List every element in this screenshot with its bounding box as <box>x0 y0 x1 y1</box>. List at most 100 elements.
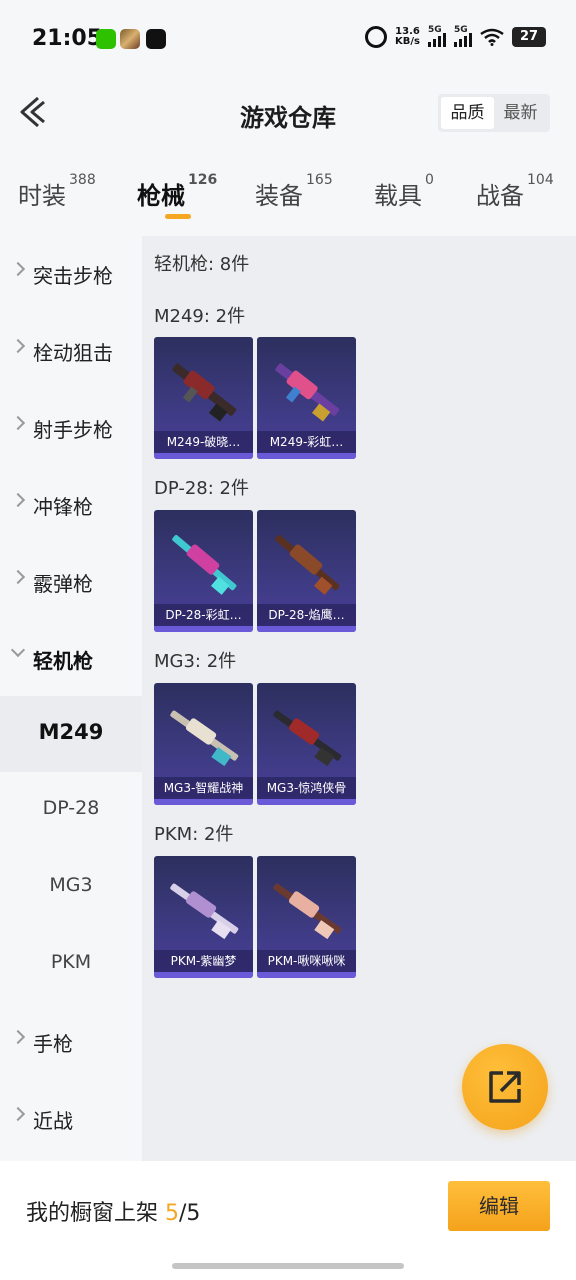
item-card[interactable]: PKM-紫幽梦 <box>154 856 253 978</box>
item-card[interactable]: M249-破晓… <box>154 337 253 459</box>
tab-vehicles[interactable]: 载具0 <box>374 172 434 211</box>
item-card[interactable]: DP-28-彩虹… <box>154 510 253 632</box>
edit-button[interactable]: 编辑 <box>448 1181 550 1231</box>
group-header: DP-28: 2件 <box>154 478 249 499</box>
tab-label: 枪械 <box>137 182 185 210</box>
item-name: MG3-惊鸿侠骨 <box>257 777 356 799</box>
card-stripe <box>154 972 253 978</box>
shelf-total: /5 <box>179 1201 201 1226</box>
sidebar-item-label: DP-28 <box>42 797 100 819</box>
lmg-skin-icon <box>170 883 239 940</box>
signal-label: 5G <box>428 25 442 35</box>
wechat-icon <box>96 29 116 49</box>
status-icons: 13.6 KB/s 5G 5G 27 <box>365 25 546 48</box>
lmg-skin-icon <box>275 363 340 422</box>
chevron-right-icon <box>10 415 26 431</box>
item-name: PKM-紫幽梦 <box>154 950 253 972</box>
sidebar-item-pistol[interactable]: 手枪 <box>0 1004 142 1080</box>
tab-fashion[interactable]: 时装388 <box>18 172 96 211</box>
tab-label: 载具 <box>374 182 422 210</box>
sidebar: 突击步枪 栓动狙击 射手步枪 冲锋枪 霰弹枪 轻机枪 M249 DP-28 MG… <box>0 236 142 1161</box>
bottom-bar: 我的橱窗上架 5/5 编辑 <box>0 1161 576 1280</box>
category-summary: 轻机枪: 8件 <box>154 254 250 275</box>
sidebar-item-shotgun[interactable]: 霰弹枪 <box>0 544 142 620</box>
tab-label: 战备 <box>476 182 524 210</box>
tab-equipment[interactable]: 装备165 <box>255 172 333 211</box>
battery-icon: 27 <box>512 27 546 47</box>
item-card[interactable]: MG3-智耀战神 <box>154 683 253 805</box>
item-card[interactable]: PKM-啾咪啾咪 <box>257 856 356 978</box>
tab-count: 0 <box>425 172 434 188</box>
tab-count: 104 <box>527 172 554 188</box>
sidebar-item-label: PKM <box>50 951 92 973</box>
shelf-label: 我的橱窗上架 <box>26 1201 159 1226</box>
signal-icon: 5G <box>428 25 446 47</box>
card-stripe <box>154 626 253 632</box>
sidebar-subitem-m249[interactable]: M249 <box>0 696 142 772</box>
tab-supplies[interactable]: 战备104 <box>476 172 554 211</box>
sidebar-item-melee[interactable]: 近战 <box>0 1081 142 1157</box>
item-name: DP-28-焰鹰… <box>257 604 356 626</box>
card-stripe <box>154 453 253 459</box>
lmg-skin-icon <box>170 710 239 767</box>
item-name: PKM-啾咪啾咪 <box>257 950 356 972</box>
sort-quality-button[interactable]: 品质 <box>441 97 494 129</box>
sidebar-item-label: 栓动狙击 <box>33 341 113 365</box>
chevron-right-icon <box>10 1106 26 1122</box>
card-stripe <box>257 453 356 459</box>
sidebar-item-label: 霰弹枪 <box>33 572 93 596</box>
tab-weapons[interactable]: 枪械126 <box>137 172 217 211</box>
sidebar-item-label: 轻机枪 <box>33 649 93 673</box>
status-bar: 21:05 13.6 KB/s 5G 5G 27 <box>0 0 576 72</box>
game-app-icon <box>120 29 140 49</box>
chevron-right-icon <box>10 569 26 585</box>
lmg-skin-icon <box>273 710 342 767</box>
sidebar-item-smg[interactable]: 冲锋枪 <box>0 467 142 543</box>
sidebar-item-label: 突击步枪 <box>33 264 113 288</box>
sidebar-item-bolt-sniper[interactable]: 栓动狙击 <box>0 313 142 389</box>
chevron-down-icon <box>10 642 26 658</box>
status-time: 21:05 <box>32 26 103 51</box>
chevron-right-icon <box>10 338 26 354</box>
lmg-skin-icon <box>172 363 237 422</box>
chevron-right-icon <box>10 1029 26 1045</box>
group-header: MG3: 2件 <box>154 651 237 672</box>
sidebar-item-marksman-rifle[interactable]: 射手步枪 <box>0 390 142 466</box>
tab-count: 165 <box>306 172 333 188</box>
tab-count: 126 <box>188 172 218 188</box>
lmg-skin-icon <box>172 535 237 595</box>
signal-label: 5G <box>454 25 468 35</box>
app-icon <box>146 29 166 49</box>
sidebar-item-label: 射手步枪 <box>33 418 113 442</box>
lmg-skin-icon <box>273 883 342 940</box>
tab-count: 388 <box>69 172 96 188</box>
chevron-right-icon <box>10 261 26 277</box>
sidebar-item-label: 手枪 <box>33 1032 73 1056</box>
sidebar-item-label: MG3 <box>49 874 93 896</box>
sidebar-item-assault-rifle[interactable]: 突击步枪 <box>0 236 142 312</box>
item-name: M249-彩虹… <box>257 431 356 453</box>
chevron-right-icon <box>10 492 26 508</box>
sidebar-item-label: M249 <box>38 720 104 744</box>
net-speed-unit: KB/s <box>395 36 420 47</box>
item-card[interactable]: MG3-惊鸿侠骨 <box>257 683 356 805</box>
sort-toggle[interactable]: 品质 最新 <box>438 94 550 132</box>
sidebar-subitem-dp28[interactable]: DP-28 <box>0 773 142 849</box>
card-stripe <box>257 626 356 632</box>
item-name: DP-28-彩虹… <box>154 604 253 626</box>
group-header: PKM: 2件 <box>154 824 234 845</box>
external-link-icon <box>489 1071 521 1103</box>
sidebar-item-label: 近战 <box>33 1109 73 1133</box>
item-card[interactable]: DP-28-焰鹰… <box>257 510 356 632</box>
lmg-skin-icon <box>275 535 340 595</box>
item-name: MG3-智耀战神 <box>154 777 253 799</box>
sidebar-item-lmg[interactable]: 轻机枪 <box>0 621 142 697</box>
share-fab-button[interactable] <box>462 1044 548 1130</box>
home-indicator[interactable] <box>172 1263 404 1269</box>
sidebar-subitem-mg3[interactable]: MG3 <box>0 850 142 926</box>
signal-icon: 5G <box>454 25 472 47</box>
sidebar-subitem-pkm[interactable]: PKM <box>0 927 142 1003</box>
sort-newest-button[interactable]: 最新 <box>494 97 547 129</box>
net-speed: 13.6 KB/s <box>395 27 420 47</box>
item-card[interactable]: M249-彩虹… <box>257 337 356 459</box>
